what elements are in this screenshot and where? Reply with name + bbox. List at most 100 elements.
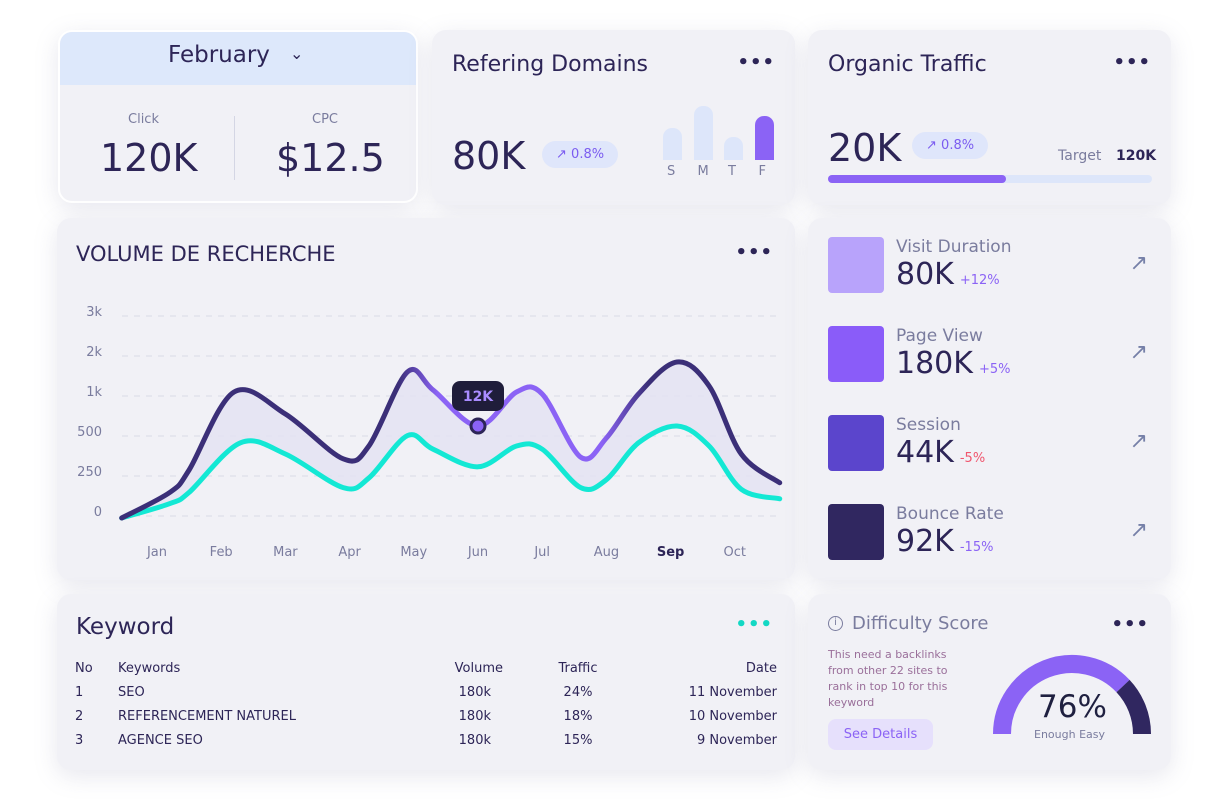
progress-bar bbox=[828, 175, 1152, 183]
tooltip-label: 12K bbox=[463, 389, 494, 405]
table-cell: 2 bbox=[75, 708, 84, 724]
card-title: Refering Domains bbox=[452, 52, 649, 77]
x-tick-label: Jul bbox=[533, 545, 550, 560]
x-tick-label: Sep bbox=[657, 545, 685, 560]
table-cell: 180k bbox=[458, 684, 491, 700]
x-tick-label: Jan bbox=[146, 545, 167, 560]
column-header: No bbox=[75, 660, 93, 676]
click-label: Click bbox=[128, 112, 159, 127]
card-title: Difficulty Score bbox=[852, 613, 989, 634]
divider bbox=[234, 116, 235, 180]
table-header: No Keywords Volume Traffic Date bbox=[75, 656, 777, 680]
data-point-marker[interactable] bbox=[469, 417, 487, 435]
y-tick-label: 1k bbox=[86, 385, 102, 400]
metrics-card: Visit Duration 80K +12% ↗ Page View 180K +… bbox=[808, 218, 1171, 580]
column-header: Keywords bbox=[118, 660, 181, 676]
more-options-icon[interactable]: ••• bbox=[737, 54, 775, 72]
metric-page-view: Page View 180K +5% ↗ bbox=[828, 326, 1158, 386]
bar-label: F bbox=[758, 164, 766, 179]
column-header: Date bbox=[745, 660, 777, 676]
organic-value: 20K bbox=[828, 126, 902, 170]
arrow-up-right-icon[interactable]: ↗ bbox=[1130, 429, 1148, 454]
difficulty-description: This need a backlinks from other 22 site… bbox=[828, 648, 948, 709]
volume-chart-card: VOLUME DE RECHERCHE ••• 3k 2k 1k 500 250 0 Jan… bbox=[57, 218, 795, 580]
x-tick-label: Jun bbox=[467, 545, 488, 560]
see-details-button[interactable]: See Details bbox=[828, 719, 933, 750]
metric-change: +5% bbox=[978, 362, 1011, 377]
table-row[interactable]: 1 SEO 180k 24% 11 November bbox=[75, 680, 777, 704]
more-options-icon[interactable]: ••• bbox=[735, 616, 773, 634]
x-tick-label: Aug bbox=[594, 545, 619, 560]
click-value: 120K bbox=[100, 136, 198, 180]
metric-session: Session 44K -5% ↗ bbox=[828, 415, 1158, 475]
difficulty-card: i Difficulty Score ••• This need a backl… bbox=[808, 594, 1171, 770]
metric-change: -15% bbox=[959, 540, 994, 555]
x-tick-label: May bbox=[400, 545, 427, 560]
table-cell: 18% bbox=[563, 708, 593, 724]
table-cell: 10 November bbox=[688, 708, 777, 724]
table-cell: 180k bbox=[458, 732, 491, 748]
clock-icon bbox=[828, 237, 884, 293]
table-cell: 15% bbox=[563, 732, 593, 748]
bar-label: T bbox=[728, 164, 736, 179]
table-cell: SEO bbox=[118, 684, 145, 700]
y-tick-label: 2k bbox=[86, 345, 102, 360]
chevron-down-icon: ⌄ bbox=[290, 44, 304, 63]
metric-value: 180K +5% bbox=[896, 346, 1010, 381]
score-label: Enough Easy bbox=[1034, 728, 1106, 741]
metric-bounce-rate: Bounce Rate 92K -15% ↗ bbox=[828, 504, 1158, 564]
progress-fill bbox=[828, 175, 1007, 183]
gauge-remainder bbox=[1116, 679, 1151, 735]
y-tick-label: 250 bbox=[77, 465, 102, 480]
column-header: Volume bbox=[454, 660, 503, 676]
arrow-up-right-icon: ↗ bbox=[926, 138, 937, 153]
month-card: February ⌄ Click 120K CPC $12.5 bbox=[58, 30, 418, 203]
table-cell: 11 November bbox=[688, 684, 777, 700]
table-cell: REFERENCEMENT NATUREL bbox=[118, 708, 296, 724]
bounce-icon bbox=[828, 504, 884, 560]
bar-S bbox=[663, 128, 682, 160]
arrow-up-right-icon[interactable]: ↗ bbox=[1130, 518, 1148, 543]
metric-label: Session bbox=[896, 415, 961, 435]
table-cell: AGENCE SEO bbox=[118, 732, 203, 748]
table-row[interactable]: 3 AGENCE SEO 180k 15% 9 November bbox=[75, 728, 777, 752]
arrow-up-right-icon[interactable]: ↗ bbox=[1130, 251, 1148, 276]
organic-traffic-card: Organic Traffic ••• 20K ↗ 0.8% Target 12… bbox=[808, 30, 1171, 205]
metric-number: 92K bbox=[896, 524, 954, 559]
area-fill bbox=[121, 361, 780, 518]
y-tick-label: 3k bbox=[86, 305, 102, 320]
bar-label: S bbox=[667, 164, 676, 179]
line-chart: 3k 2k 1k 500 250 0 Jan Feb Mar Apr May Jun Jul Aug Sep… bbox=[77, 305, 783, 560]
x-tick-label: Apr bbox=[338, 545, 361, 560]
metric-value: 80K +12% bbox=[896, 257, 1000, 292]
arrow-up-right-icon: ↗ bbox=[556, 147, 567, 162]
metric-number: 44K bbox=[896, 435, 954, 470]
referring-value: 80K bbox=[452, 134, 526, 178]
table-cell: 180k bbox=[458, 708, 491, 724]
metric-label: Page View bbox=[896, 326, 983, 346]
keyword-card: Keyword ••• No Keywords Volume Traffic Date 1… bbox=[57, 594, 795, 770]
change-value: 0.8% bbox=[571, 147, 605, 162]
cpc-label: CPC bbox=[312, 112, 338, 127]
arrow-up-right-icon[interactable]: ↗ bbox=[1130, 340, 1148, 365]
more-options-icon[interactable]: ••• bbox=[1111, 616, 1149, 634]
month-selector[interactable]: February ⌄ bbox=[60, 32, 416, 85]
metric-label: Bounce Rate bbox=[896, 504, 1004, 524]
more-options-icon[interactable]: ••• bbox=[1113, 54, 1151, 72]
bar-F bbox=[754, 116, 774, 160]
column-header: Traffic bbox=[558, 660, 598, 676]
metric-number: 180K bbox=[896, 346, 973, 381]
bar-T bbox=[724, 137, 743, 160]
metric-change: -5% bbox=[959, 451, 986, 466]
metric-label: Visit Duration bbox=[896, 237, 1012, 257]
month-label: February bbox=[168, 42, 270, 68]
target-label: Target bbox=[1058, 148, 1102, 164]
metric-change: +12% bbox=[959, 273, 1000, 288]
cpc-value: $12.5 bbox=[276, 136, 385, 180]
table-cell: 9 November bbox=[696, 732, 777, 748]
y-tick-label: 0 bbox=[94, 505, 102, 520]
change-badge: ↗ 0.8% bbox=[912, 132, 989, 159]
table-row[interactable]: 2 REFERENCEMENT NATUREL 180k 18% 10 November bbox=[75, 704, 777, 728]
card-title: Organic Traffic bbox=[828, 52, 987, 77]
metric-visit-duration: Visit Duration 80K +12% ↗ bbox=[828, 237, 1158, 297]
